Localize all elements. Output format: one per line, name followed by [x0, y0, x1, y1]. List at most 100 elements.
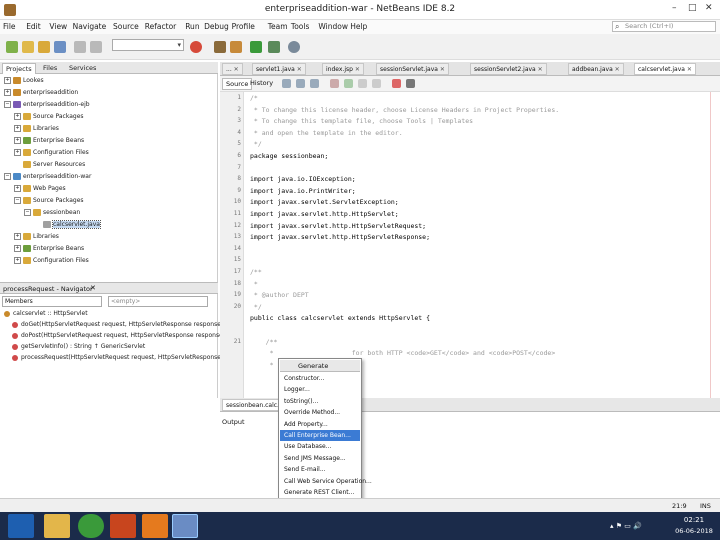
editor-tab[interactable]: servlet1.java ✕ — [252, 63, 306, 75]
menu-item-tools[interactable]: Tools — [291, 22, 309, 31]
minimize-button[interactable]: – — [672, 3, 677, 13]
expand-icon[interactable]: + — [14, 185, 21, 192]
expand-icon[interactable]: + — [14, 245, 21, 252]
shift-right-icon[interactable] — [372, 79, 381, 88]
tree-item[interactable]: − enterpriseaddition-war — [4, 172, 91, 182]
debug-icon[interactable] — [268, 41, 280, 53]
code-editor[interactable]: /* * To change this license header, choo… — [244, 92, 710, 398]
history-tab[interactable]: History — [250, 79, 273, 87]
generate-item[interactable]: Send E-mail... — [280, 464, 360, 475]
tree-item[interactable]: + Libraries — [14, 124, 59, 134]
redo-icon[interactable] — [90, 41, 102, 53]
forward-icon[interactable] — [310, 79, 319, 88]
generate-item[interactable]: Constructor... — [280, 373, 360, 384]
tree-item[interactable]: − Source Packages — [14, 196, 84, 206]
navigator-item[interactable]: getServletInfo() : String ↑ GenericServl… — [12, 342, 145, 352]
close-icon[interactable]: ✕ — [613, 66, 620, 73]
run-icon[interactable] — [250, 41, 262, 53]
shift-left-icon[interactable] — [358, 79, 367, 88]
menu-item-edit[interactable]: Edit — [26, 22, 41, 31]
undo-icon[interactable] — [74, 41, 86, 53]
open-project-icon[interactable] — [38, 41, 50, 53]
find-icon[interactable] — [330, 79, 339, 88]
menu-item-refactor[interactable]: Refactor — [145, 22, 176, 31]
file-explorer-icon[interactable] — [44, 514, 70, 538]
editor-tab[interactable]: calcservlet.java ✕ — [634, 63, 696, 75]
expand-icon[interactable]: + — [4, 89, 11, 96]
editor-tab[interactable]: sessionServlet2.java ✕ — [470, 63, 547, 75]
tree-item[interactable]: + Source Packages — [14, 112, 84, 122]
generate-item[interactable]: Logger... — [280, 384, 360, 395]
vlc-icon[interactable] — [142, 514, 168, 538]
search-input[interactable]: ⌕ Search (Ctrl+I) — [612, 21, 716, 32]
navigator-item[interactable]: processRequest(HttpServletRequest reques… — [12, 353, 253, 363]
expand-icon[interactable]: + — [14, 125, 21, 132]
expand-icon[interactable]: + — [4, 77, 11, 84]
close-button[interactable]: ✕ — [705, 3, 713, 13]
tree-item[interactable]: + Lookes — [4, 76, 44, 86]
generate-item[interactable]: Generate REST Client... — [280, 487, 360, 498]
close-icon[interactable]: ✕ — [295, 66, 302, 73]
build-icon[interactable] — [214, 41, 226, 53]
menu-item-debug[interactable]: Debug — [204, 22, 229, 31]
expand-icon[interactable]: + — [14, 137, 21, 144]
expand-icon[interactable]: + — [14, 257, 21, 264]
close-icon[interactable]: ✕ — [438, 66, 445, 73]
navigator-filter-select[interactable]: Members — [2, 296, 102, 307]
editor-tab[interactable]: sessionServlet.java ✕ — [376, 63, 449, 75]
expand-icon[interactable]: + — [14, 149, 21, 156]
generate-item[interactable]: Override Method... — [280, 407, 360, 418]
generate-item[interactable]: toString()... — [280, 396, 360, 407]
save-all-icon[interactable] — [54, 41, 66, 53]
new-file-icon[interactable] — [6, 41, 18, 53]
new-project-icon[interactable] — [22, 41, 34, 53]
menu-item-source[interactable]: Source — [113, 22, 139, 31]
editor-tab[interactable]: addbean.java ✕ — [568, 63, 624, 75]
back-icon[interactable] — [296, 79, 305, 88]
collapse-icon[interactable]: − — [14, 197, 21, 204]
generate-item[interactable]: Send JMS Message... — [280, 453, 360, 464]
tree-item[interactable]: + Web Pages — [14, 184, 66, 194]
tab-services[interactable]: Services — [66, 63, 99, 74]
tree-item[interactable]: Server Resources — [14, 160, 85, 170]
tree-item[interactable]: + enterpriseaddition — [4, 88, 78, 98]
editor-tab[interactable]: index.jsp ✕ — [322, 63, 364, 75]
menu-item-profile[interactable]: Profile — [232, 22, 255, 31]
menu-item-navigate[interactable]: Navigate — [73, 22, 107, 31]
tree-item[interactable]: + Enterprise Beans — [14, 136, 84, 146]
generate-item[interactable]: Add Property... — [280, 419, 360, 430]
tree-item[interactable]: − sessionbean — [24, 208, 80, 218]
menu-item-view[interactable]: View — [49, 22, 67, 31]
netbeans-taskbar-icon[interactable] — [172, 514, 198, 538]
maximize-button[interactable]: □ — [688, 3, 697, 13]
source-tab[interactable]: Source — [222, 78, 253, 90]
navigator-empty-select[interactable]: <empty> — [108, 296, 208, 307]
navigator-item[interactable]: doPost(HttpServletRequest request, HttpS… — [12, 331, 244, 341]
tray-icons[interactable]: ▴ ⚑ ▭ 🔊 — [610, 522, 642, 530]
close-icon[interactable]: ✕ — [536, 66, 543, 73]
tree-item[interactable]: + Enterprise Beans — [14, 244, 84, 254]
tree-item[interactable]: + Configuration Files — [14, 148, 89, 158]
last-edit-icon[interactable] — [282, 79, 291, 88]
tree-item[interactable]: calcservlet.java — [34, 220, 101, 230]
clean-build-icon[interactable] — [230, 41, 242, 53]
chrome-icon[interactable] — [78, 514, 104, 538]
menu-item-team[interactable]: Team — [268, 22, 288, 31]
navigator-item[interactable]: calcservlet :: HttpServlet — [4, 309, 88, 319]
configuration-combo[interactable]: ▾ — [112, 39, 184, 51]
tab-projects[interactable]: Projects — [2, 63, 36, 74]
collapse-icon[interactable]: − — [24, 209, 31, 216]
collapse-icon[interactable]: − — [4, 173, 11, 180]
menu-item-file[interactable]: File — [3, 22, 16, 31]
tree-item[interactable]: + Configuration Files — [14, 256, 89, 266]
internet-explorer-icon[interactable] — [8, 514, 34, 538]
close-icon[interactable]: ✕ — [685, 66, 692, 73]
close-icon[interactable]: ✕ — [90, 284, 96, 292]
close-icon[interactable]: ✕ — [353, 66, 360, 73]
generate-item[interactable]: Use Database... — [280, 441, 360, 452]
generate-item[interactable]: Call Web Service Operation... — [280, 476, 372, 487]
profile-icon[interactable] — [288, 41, 300, 53]
menu-item-help[interactable]: Help — [350, 22, 367, 31]
record-macro-icon[interactable] — [392, 79, 401, 88]
editor-tab[interactable]: ... ✕ — [222, 63, 243, 75]
